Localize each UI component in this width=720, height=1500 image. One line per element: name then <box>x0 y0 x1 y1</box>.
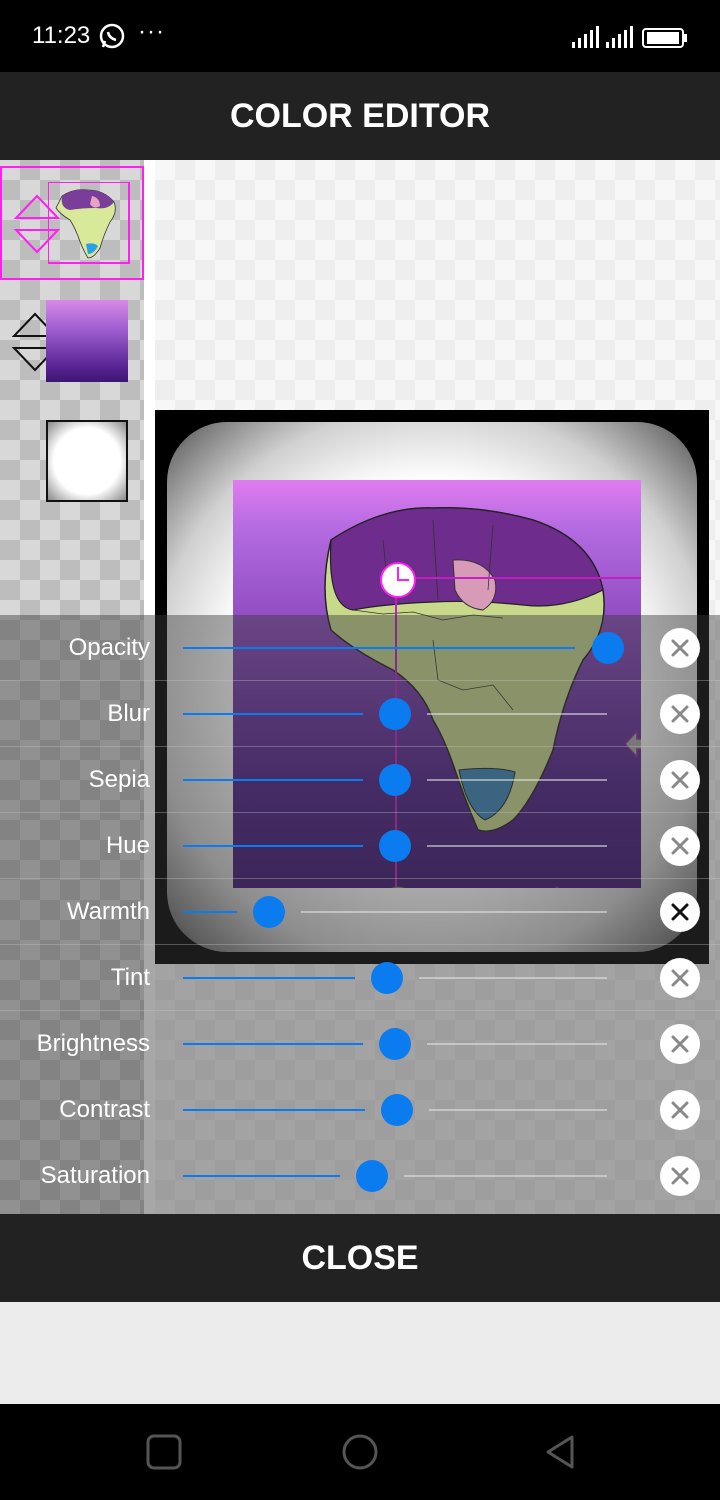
adjust-label: Hue <box>105 832 150 859</box>
slider-track[interactable] <box>419 977 607 979</box>
whatsapp-icon <box>99 23 125 49</box>
slider-track-filled[interactable] <box>183 977 355 979</box>
adjust-label: Saturation <box>40 1162 150 1189</box>
signal-icon <box>606 26 633 48</box>
reset-button[interactable] <box>660 826 700 866</box>
timer-icon[interactable] <box>379 561 417 599</box>
recent-apps-icon[interactable] <box>144 1432 184 1472</box>
africa-map-thumbnail <box>48 182 130 264</box>
slider-track-filled[interactable] <box>183 1109 365 1111</box>
adjust-row-hue: Hue <box>0 813 720 879</box>
layer-item-white-vignette[interactable] <box>0 406 144 520</box>
slider-track[interactable] <box>427 1043 607 1045</box>
slider-track-filled[interactable] <box>183 1043 363 1045</box>
close-icon <box>671 771 689 789</box>
purple-texture-thumbnail <box>46 300 128 382</box>
app-header: COLOR EDITOR <box>0 72 720 160</box>
slider-track-filled[interactable] <box>183 713 363 715</box>
slider-track[interactable] <box>404 1175 607 1177</box>
close-button-label: CLOSE <box>301 1238 419 1277</box>
adjust-label: Tint <box>110 964 150 991</box>
signal-icon <box>572 26 599 48</box>
slider-thumb[interactable] <box>371 962 403 994</box>
reset-button[interactable] <box>660 628 700 668</box>
reset-button[interactable] <box>660 892 700 932</box>
reset-button[interactable] <box>660 1090 700 1130</box>
close-icon <box>671 705 689 723</box>
editor-content: Opacity Blur Sepia Hue Warmth Tint Brigh… <box>0 160 720 1214</box>
battery-icon <box>642 28 687 48</box>
close-icon <box>671 837 689 855</box>
slider-track-filled[interactable] <box>183 779 363 781</box>
slider-track-filled[interactable] <box>183 911 237 913</box>
adjust-row-blur: Blur <box>0 681 720 747</box>
slider-track-filled[interactable] <box>183 647 575 649</box>
system-nav-bar <box>0 1404 720 1500</box>
slider-thumb[interactable] <box>356 1160 388 1192</box>
reset-button[interactable] <box>660 1024 700 1064</box>
adjust-label: Opacity <box>68 634 150 661</box>
close-icon <box>671 1035 689 1053</box>
layer-item-africa-map[interactable] <box>0 166 144 280</box>
adjust-row-warmth: Warmth <box>0 879 720 945</box>
status-time: 11:23 <box>32 22 91 49</box>
status-more-icon: ··· <box>138 18 165 45</box>
reset-button[interactable] <box>660 1156 700 1196</box>
close-icon <box>671 969 689 987</box>
reset-button[interactable] <box>660 958 700 998</box>
slider-track[interactable] <box>427 779 607 781</box>
adjust-row-brightness: Brightness <box>0 1011 720 1077</box>
slider-track-filled[interactable] <box>183 845 363 847</box>
adjust-row-contrast: Contrast <box>0 1077 720 1143</box>
slider-thumb[interactable] <box>381 1094 413 1126</box>
slider-track-filled[interactable] <box>183 1175 340 1177</box>
slider-thumb[interactable] <box>253 896 285 928</box>
adjust-label: Brightness <box>36 1030 150 1057</box>
adjust-label: Sepia <box>88 766 150 793</box>
slider-track[interactable] <box>427 845 607 847</box>
close-icon <box>671 639 689 657</box>
adjust-row-opacity: Opacity <box>0 615 720 681</box>
empty-area <box>0 1302 720 1404</box>
slider-thumb[interactable] <box>379 764 411 796</box>
adjust-row-tint: Tint <box>0 945 720 1011</box>
status-bar: 11:23 ··· <box>0 0 720 72</box>
close-icon <box>671 1167 689 1185</box>
page-title: COLOR EDITOR <box>229 96 491 135</box>
adjust-row-sepia: Sepia <box>0 747 720 813</box>
back-icon[interactable] <box>540 1432 580 1472</box>
layer-item-purple-texture[interactable] <box>0 286 144 400</box>
slider-thumb[interactable] <box>592 632 624 664</box>
vignette-thumbnail <box>46 420 128 502</box>
adjust-label: Warmth <box>66 898 150 925</box>
home-icon[interactable] <box>340 1432 380 1472</box>
slider-thumb[interactable] <box>379 1028 411 1060</box>
adjust-label: Contrast <box>59 1096 150 1123</box>
slider-track[interactable] <box>301 911 607 913</box>
slider-track[interactable] <box>429 1109 607 1111</box>
slider-thumb[interactable] <box>379 698 411 730</box>
reset-button[interactable] <box>660 694 700 734</box>
slider-track[interactable] <box>427 713 607 715</box>
close-icon <box>671 903 689 921</box>
adjust-row-saturation: Saturation <box>0 1143 720 1209</box>
reset-button[interactable] <box>660 760 700 800</box>
slider-thumb[interactable] <box>379 830 411 862</box>
adjustment-panel: Opacity Blur Sepia Hue Warmth Tint Brigh… <box>0 615 720 1214</box>
adjust-label: Blur <box>107 700 150 727</box>
close-icon <box>671 1101 689 1119</box>
close-button[interactable]: CLOSE <box>0 1214 720 1302</box>
